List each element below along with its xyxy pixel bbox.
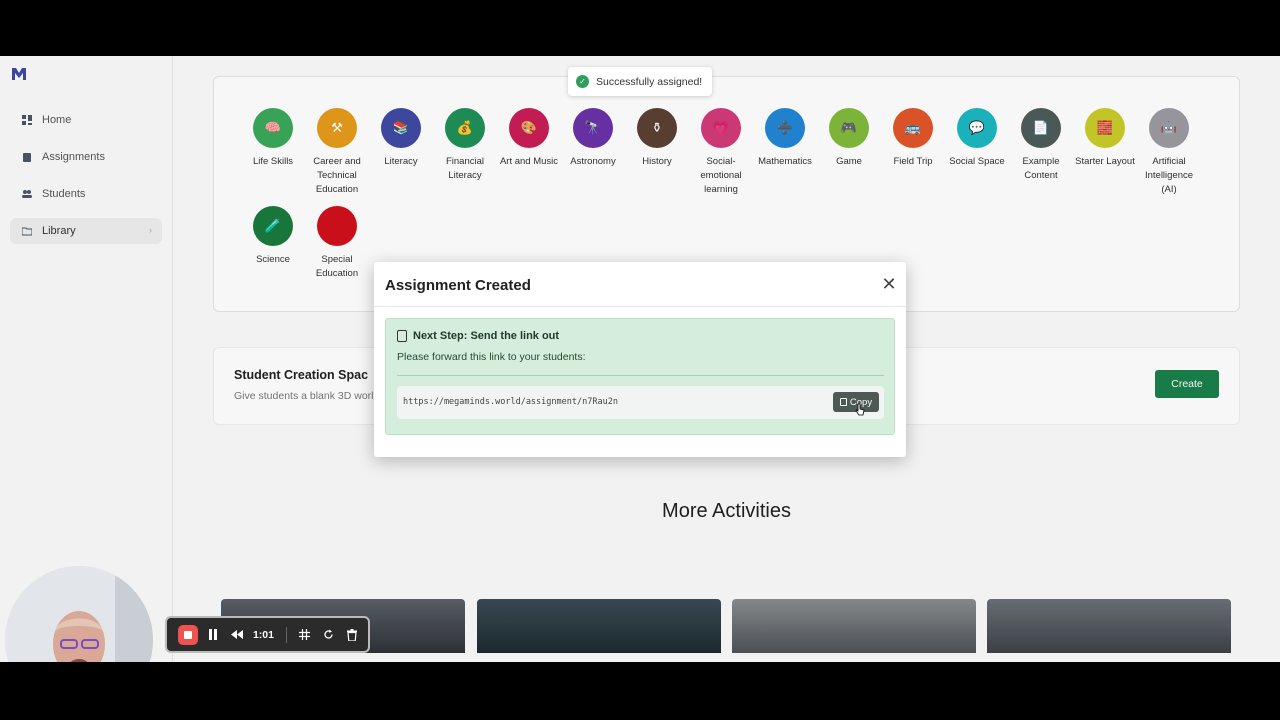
next-step-text: Please forward this link to your student… [397,351,586,363]
stop-icon [183,630,192,639]
pause-icon[interactable] [206,627,222,643]
copy-icon [839,398,847,406]
rewind-icon[interactable] [229,627,245,643]
success-toast: ✓ Successfully assigned! [568,67,712,96]
assignment-created-modal: Assignment Created ✕ Next Step: Send the… [374,262,906,457]
next-step-box: Next Step: Send the link out Please forw… [385,318,895,435]
recording-toolbar: 1:01 [165,616,370,653]
toast-text: Successfully assigned! [596,75,703,88]
next-step-heading: Next Step: Send the link out [397,330,559,342]
trash-icon[interactable] [344,627,360,643]
divider [397,375,884,376]
next-step-heading-text: Next Step: Send the link out [413,330,560,342]
app-frame: Home Assignments Students Library › 🧠 Li… [0,56,1280,662]
grid-icon[interactable] [297,627,313,643]
modal-title: Assignment Created [385,277,531,294]
clipboard-icon [397,330,407,342]
stop-recording-button[interactable] [178,624,198,645]
divider [374,306,906,307]
divider [285,626,287,643]
check-circle-icon: ✓ [576,75,589,88]
assignment-link-field[interactable]: https://megaminds.world/assignment/n7Rau… [397,386,884,419]
recording-time: 1:01 [252,628,274,641]
restart-icon[interactable] [321,627,337,643]
mouse-pointer-icon [855,403,865,416]
close-icon[interactable]: ✕ [881,275,897,293]
assignment-link[interactable]: https://megaminds.world/assignment/n7Rau… [403,397,618,407]
